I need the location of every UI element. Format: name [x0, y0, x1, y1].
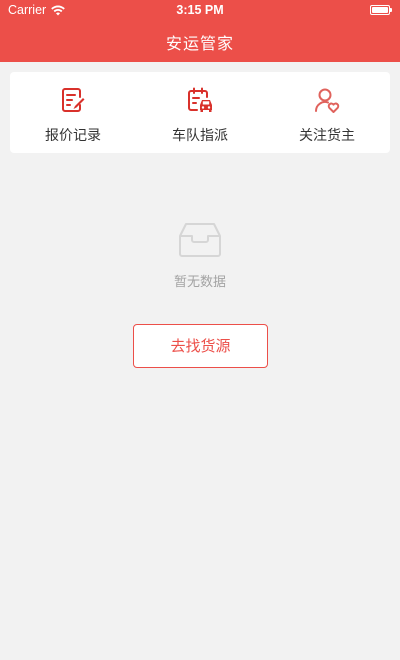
fleet-dispatch-icon	[188, 87, 212, 112]
empty-state-text: 暂无数据	[173, 275, 226, 290]
follow-shipper-icon	[314, 88, 340, 113]
quick-action-follow-shipper[interactable]: 关注货主	[264, 72, 390, 153]
status-time: 3:15 PM	[176, 3, 224, 17]
status-bar: Carrier 3:15 PM	[0, 0, 400, 22]
app-header: Carrier 3:15 PM 安运管家	[0, 0, 400, 62]
quick-action-label: 关注货主	[299, 128, 355, 144]
empty-inbox-icon	[179, 223, 221, 257]
quick-actions-card: 报价记录 车队指派 关注货主	[10, 72, 390, 153]
quick-action-label: 车队指派	[172, 128, 228, 144]
quick-action-label: 报价记录	[45, 128, 101, 144]
battery-icon	[370, 5, 392, 15]
quick-action-quote-records[interactable]: 报价记录	[10, 72, 136, 153]
quick-action-fleet-dispatch[interactable]: 车队指派	[137, 72, 263, 153]
page-title: 安运管家	[165, 34, 234, 53]
quote-record-icon	[62, 88, 85, 112]
find-cargo-button[interactable]: 去找货源	[133, 324, 268, 368]
